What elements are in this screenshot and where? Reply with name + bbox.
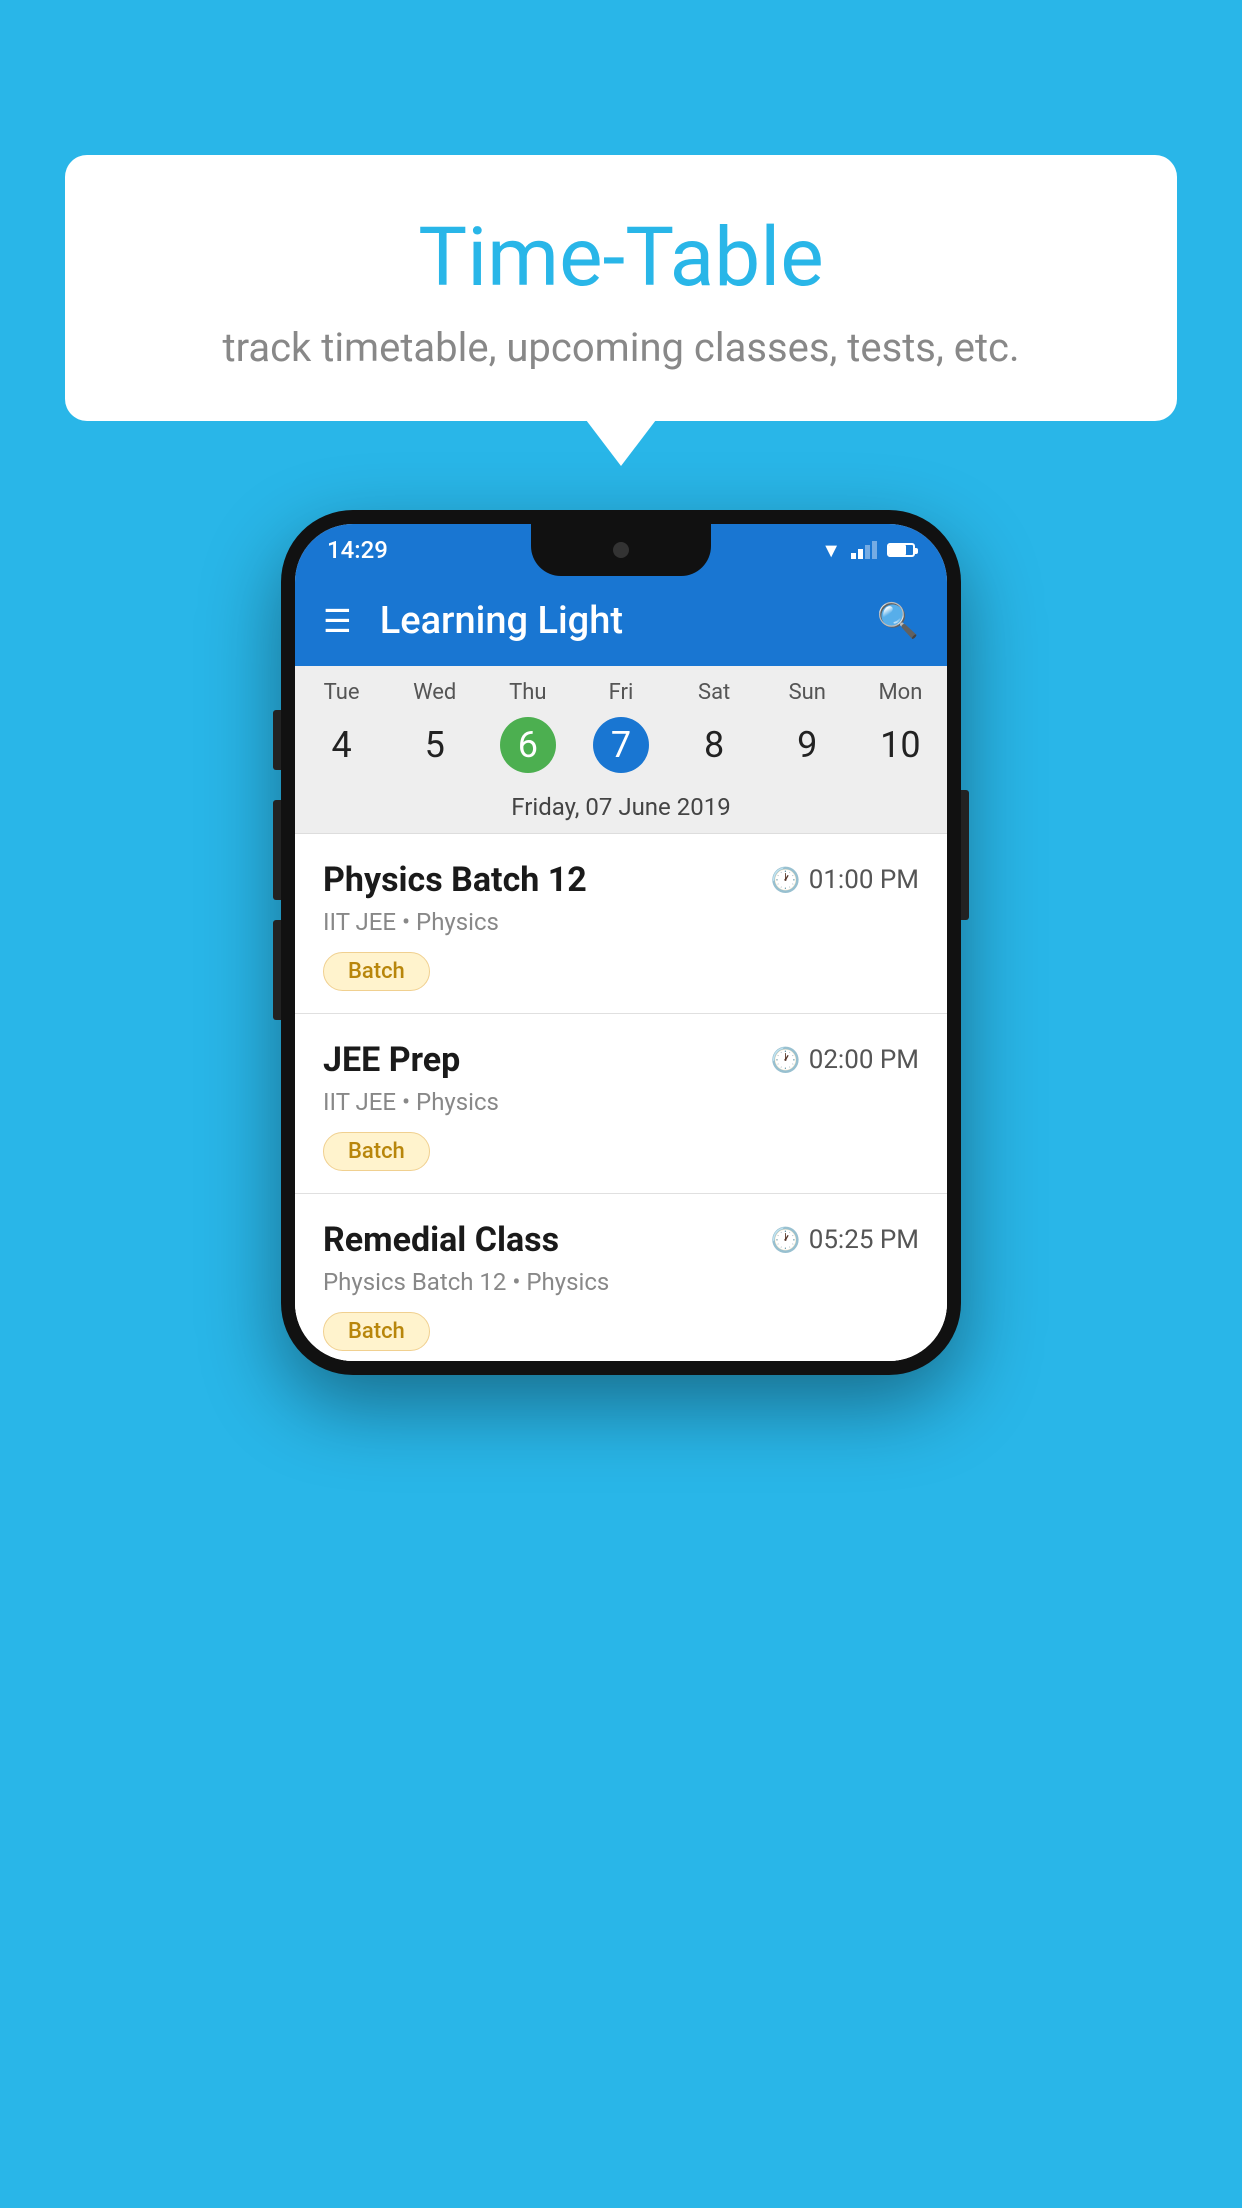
item-title-1: JEE Prep: [323, 1040, 460, 1080]
batch-tag-0: Batch: [323, 952, 430, 991]
day-name-thu: Thu: [481, 680, 574, 705]
calendar-day-mon[interactable]: Mon 10: [854, 680, 947, 773]
calendar-day-thu[interactable]: Thu 6: [481, 680, 574, 773]
battery-fill: [889, 545, 906, 555]
phone-btn-power: [961, 790, 969, 920]
speech-bubble-container: Time-Table track timetable, upcoming cla…: [65, 155, 1177, 421]
item-time-2: 🕐 05:25 PM: [771, 1225, 919, 1255]
schedule-item-header-2: Remedial Class 🕐 05:25 PM: [323, 1220, 919, 1260]
day-number-9[interactable]: 9: [779, 717, 835, 773]
signal-icon: [851, 541, 877, 559]
day-name-mon: Mon: [854, 680, 947, 705]
batch-tag-2: Batch: [323, 1312, 430, 1351]
day-name-fri: Fri: [574, 680, 667, 705]
calendar-day-wed[interactable]: Wed 5: [388, 680, 481, 773]
day-number-5[interactable]: 5: [407, 717, 463, 773]
search-icon[interactable]: 🔍: [877, 601, 919, 641]
item-title-0: Physics Batch 12: [323, 860, 587, 900]
day-name-sat: Sat: [668, 680, 761, 705]
day-name-sun: Sun: [761, 680, 854, 705]
schedule-item-1[interactable]: JEE Prep 🕐 02:00 PM IIT JEE • Physics Ba…: [295, 1014, 947, 1194]
day-name-tue: Tue: [295, 680, 388, 705]
phone-screen: 14:29 ▼ ☰ Learning Light 🔍: [295, 524, 947, 1361]
calendar-day-fri[interactable]: Fri 7: [574, 680, 667, 773]
camera-dot: [613, 542, 629, 558]
phone-outer: 14:29 ▼ ☰ Learning Light 🔍: [281, 510, 961, 1375]
phone-mockup: 14:29 ▼ ☰ Learning Light 🔍: [281, 510, 961, 1375]
calendar-section: Tue 4 Wed 5 Thu 6 Fri 7 Sat 8 Sun 9 Mon …: [295, 666, 947, 834]
hamburger-menu-icon[interactable]: ☰: [323, 602, 352, 640]
bubble-subtitle: track timetable, upcoming classes, tests…: [125, 324, 1117, 371]
phone-btn-vol-up: [273, 800, 281, 900]
day-number-8[interactable]: 8: [686, 717, 742, 773]
speech-bubble: Time-Table track timetable, upcoming cla…: [65, 155, 1177, 421]
calendar-day-sun[interactable]: Sun 9: [761, 680, 854, 773]
item-title-2: Remedial Class: [323, 1220, 559, 1260]
calendar-day-sat[interactable]: Sat 8: [668, 680, 761, 773]
schedule-item-0[interactable]: Physics Batch 12 🕐 01:00 PM IIT JEE • Ph…: [295, 834, 947, 1014]
app-bar: ☰ Learning Light 🔍: [295, 576, 947, 666]
phone-btn-mute: [273, 710, 281, 770]
wifi-icon: ▼: [821, 538, 841, 563]
schedule-item-header-1: JEE Prep 🕐 02:00 PM: [323, 1040, 919, 1080]
clock-icon-2: 🕐: [771, 1226, 801, 1254]
schedule-item-2[interactable]: Remedial Class 🕐 05:25 PM Physics Batch …: [295, 1194, 947, 1361]
schedule-list: Physics Batch 12 🕐 01:00 PM IIT JEE • Ph…: [295, 834, 947, 1361]
item-time-0: 🕐 01:00 PM: [771, 865, 919, 895]
phone-notch: [531, 524, 711, 576]
battery-icon: [887, 543, 915, 557]
calendar-day-tue[interactable]: Tue 4: [295, 680, 388, 773]
status-time: 14:29: [327, 536, 388, 564]
day-number-7[interactable]: 7: [593, 717, 649, 773]
day-number-10[interactable]: 10: [872, 717, 928, 773]
item-subtitle-1: IIT JEE • Physics: [323, 1088, 919, 1116]
app-title: Learning Light: [380, 599, 877, 643]
days-row: Tue 4 Wed 5 Thu 6 Fri 7 Sat 8 Sun 9 Mon …: [295, 666, 947, 781]
day-number-4[interactable]: 4: [314, 717, 370, 773]
selected-date-label: Friday, 07 June 2019: [295, 781, 947, 834]
day-number-6[interactable]: 6: [500, 717, 556, 773]
schedule-item-header-0: Physics Batch 12 🕐 01:00 PM: [323, 860, 919, 900]
item-time-1: 🕐 02:00 PM: [771, 1045, 919, 1075]
bubble-title: Time-Table: [125, 210, 1117, 306]
phone-btn-vol-down: [273, 920, 281, 1020]
day-name-wed: Wed: [388, 680, 481, 705]
item-subtitle-0: IIT JEE • Physics: [323, 908, 919, 936]
clock-icon-0: 🕐: [771, 866, 801, 894]
status-icons: ▼: [821, 538, 915, 563]
clock-icon-1: 🕐: [771, 1046, 801, 1074]
item-subtitle-2: Physics Batch 12 • Physics: [323, 1268, 919, 1296]
batch-tag-1: Batch: [323, 1132, 430, 1171]
